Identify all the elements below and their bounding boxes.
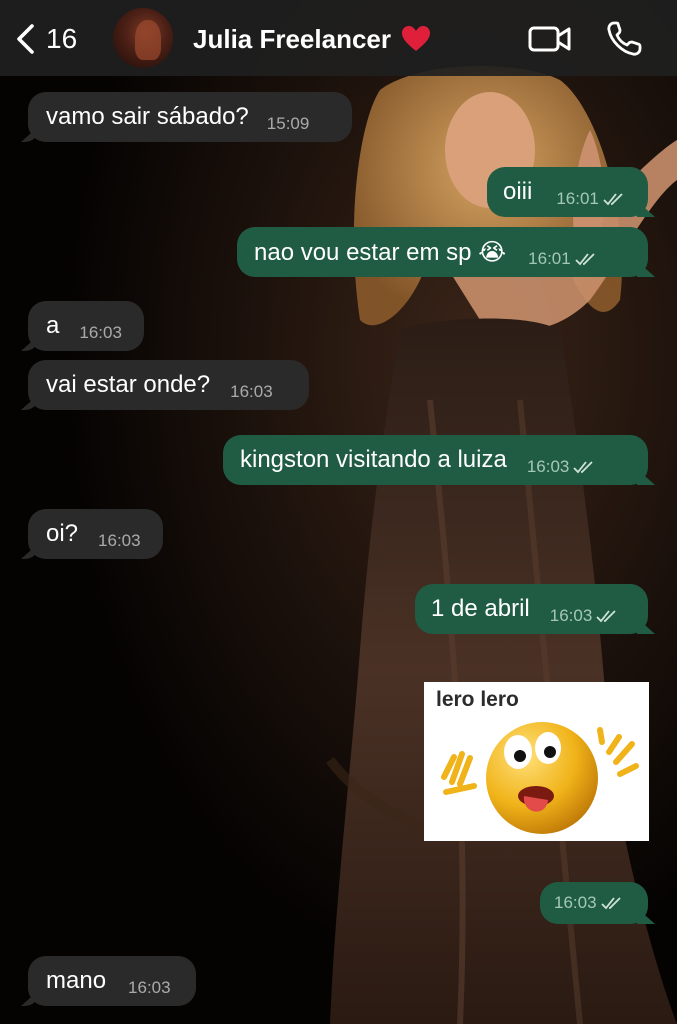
contact-info[interactable]: Julia Freelancer xyxy=(193,22,431,56)
double-check-icon xyxy=(596,610,616,623)
double-check-icon xyxy=(603,193,623,206)
message-text: nao vou estar em sp 😭 xyxy=(254,238,507,266)
sticker-image[interactable]: lero lero xyxy=(424,682,649,841)
video-camera-icon[interactable] xyxy=(528,22,572,56)
message-outgoing[interactable]: oiii 16:01 xyxy=(487,167,648,217)
message-time: 15:09 xyxy=(266,114,310,133)
message-text: vai estar onde? xyxy=(46,371,211,398)
message-time: 16:03 xyxy=(526,457,570,476)
red-heart-icon xyxy=(402,26,430,51)
message-outgoing[interactable]: 16:03 xyxy=(540,882,648,924)
phone-icon[interactable] xyxy=(605,20,643,58)
message-text: kingston visitando a luiza xyxy=(240,446,507,473)
message-incoming[interactable]: oi? 16:03 xyxy=(28,509,163,559)
unread-count: 16 xyxy=(46,23,78,54)
message-time: 16:01 xyxy=(556,189,599,208)
double-check-icon xyxy=(575,253,595,266)
contact-avatar[interactable] xyxy=(113,8,173,68)
message-outgoing[interactable]: kingston visitando a luiza 16:03 xyxy=(223,435,648,485)
contact-name: Julia Freelancer xyxy=(193,23,391,54)
message-time: 16:03 xyxy=(230,382,273,401)
message-incoming[interactable]: vamo sair sábado? 15:09 xyxy=(28,92,352,142)
message-time: 16:03 xyxy=(98,531,141,550)
message-incoming[interactable]: a 16:03 xyxy=(28,301,144,351)
message-text: mano xyxy=(46,967,107,994)
message-outgoing[interactable]: nao vou estar em sp 😭 16:01 xyxy=(237,227,648,277)
message-incoming[interactable]: vai estar onde? 16:03 xyxy=(28,360,309,410)
message-outgoing[interactable]: 1 de abril 16:03 xyxy=(415,584,648,634)
chevron-left-icon xyxy=(17,24,34,54)
message-time: 16:01 xyxy=(528,249,571,268)
back-button[interactable]: 16 xyxy=(12,18,77,60)
message-time: 16:03 xyxy=(128,978,171,997)
sticker-caption: lero lero xyxy=(436,688,519,711)
message-text: vamo sair sábado? xyxy=(46,103,249,130)
double-check-icon xyxy=(573,461,594,474)
message-incoming[interactable]: mano 16:03 xyxy=(28,956,196,1006)
message-text: a xyxy=(46,312,60,339)
chat-header: 16 Julia Freelancer xyxy=(0,0,677,76)
message-text: 1 de abril xyxy=(431,595,530,622)
message-time: 16:03 xyxy=(79,323,122,342)
double-check-icon xyxy=(600,897,621,910)
message-time: 16:03 xyxy=(549,606,593,625)
message-text: oi? xyxy=(46,520,79,547)
message-time: 16:03 xyxy=(554,893,597,912)
message-text: oiii xyxy=(503,178,533,205)
